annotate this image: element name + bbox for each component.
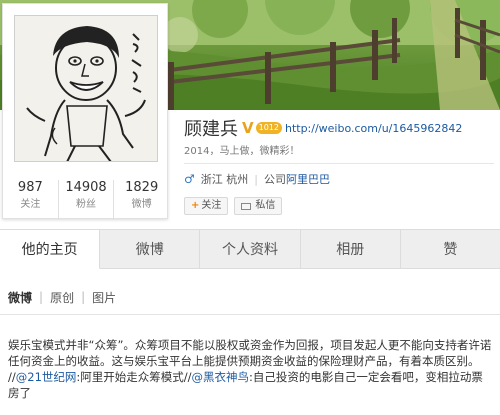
location[interactable]: 浙江 杭州 <box>201 171 249 187</box>
tab-likes[interactable]: 赞 <box>401 230 500 268</box>
tab-weibo[interactable]: 微博 <box>100 230 201 268</box>
following-label: 关注 <box>20 199 41 210</box>
profile-info: 顾建兵 V 1012 http://weibo.com/u/1645962842… <box>184 115 494 220</box>
rank-badge[interactable]: 1012 <box>255 122 282 134</box>
company-link[interactable]: 阿里巴巴 <box>286 171 330 187</box>
bio: 2014，马上做，微精彩！ <box>184 146 300 157</box>
post-body-continued: :阿里开始走众筹模式// <box>76 370 192 384</box>
feed-filter: 微博 | 原创 | 图片 <box>8 288 116 306</box>
filter-divider <box>0 314 500 315</box>
message-button[interactable]: 私信 <box>234 197 283 215</box>
profile-card: 987 关注 14908 粉丝 1829 微博 <box>2 3 169 220</box>
tab-home[interactable]: 他的主页 <box>0 230 101 269</box>
filter-original[interactable]: 原创 <box>50 289 74 306</box>
caricature-avatar-image <box>15 16 157 161</box>
posts-label: 微博 <box>131 199 152 210</box>
company-prefix: 公司 <box>263 173 286 186</box>
name-row: 顾建兵 V 1012 http://weibo.com/u/1645962842 <box>184 115 494 141</box>
tab-albums[interactable]: 相册 <box>301 230 401 268</box>
action-buttons: + 关注 私信 <box>184 197 288 215</box>
tab-profile-info[interactable]: 个人资料 <box>200 230 301 268</box>
envelope-icon <box>241 202 252 210</box>
posts-count: 1829 <box>125 180 159 195</box>
user-name[interactable]: 顾建兵 <box>184 115 238 141</box>
filter-separator: | <box>39 290 44 304</box>
plus-icon: + <box>191 200 200 211</box>
meta-row: ♂ 浙江 杭州 | 公司 阿里巴巴 <box>184 171 330 187</box>
male-gender-icon: ♂ <box>184 172 195 186</box>
profile-url-link[interactable]: http://weibo.com/u/1645962842 <box>285 122 462 135</box>
mention-link[interactable]: @黑衣神鸟 <box>192 370 250 384</box>
meta-separator: | <box>254 172 258 186</box>
following-count: 987 <box>17 180 43 195</box>
profile-tabs: 他的主页 微博 个人资料 相册 赞 <box>0 229 500 269</box>
follow-button[interactable]: + 关注 <box>184 197 229 215</box>
verified-badge-icon[interactable]: V <box>242 119 254 137</box>
followers-label: 粉丝 <box>76 199 96 210</box>
post-text: 娱乐宝模式并非“众筹”。众筹项目不能以股权或资金作为回报，项目发起人更不能向支持… <box>8 337 494 401</box>
follow-button-label: 关注 <box>201 200 222 211</box>
filter-images[interactable]: 图片 <box>92 289 116 306</box>
filter-separator: | <box>81 290 86 304</box>
divider <box>184 163 494 164</box>
filter-weibo[interactable]: 微博 <box>8 289 32 306</box>
stats-bar: 987 关注 14908 粉丝 1829 微博 <box>3 180 169 220</box>
mention-link[interactable]: @21世纪网 <box>16 370 77 384</box>
avatar[interactable] <box>14 15 158 162</box>
stat-following[interactable]: 987 关注 <box>3 180 59 220</box>
stat-followers[interactable]: 14908 粉丝 <box>59 180 115 220</box>
followers-count: 14908 <box>65 180 107 195</box>
message-button-label: 私信 <box>255 200 276 211</box>
stat-posts[interactable]: 1829 微博 <box>114 180 169 220</box>
